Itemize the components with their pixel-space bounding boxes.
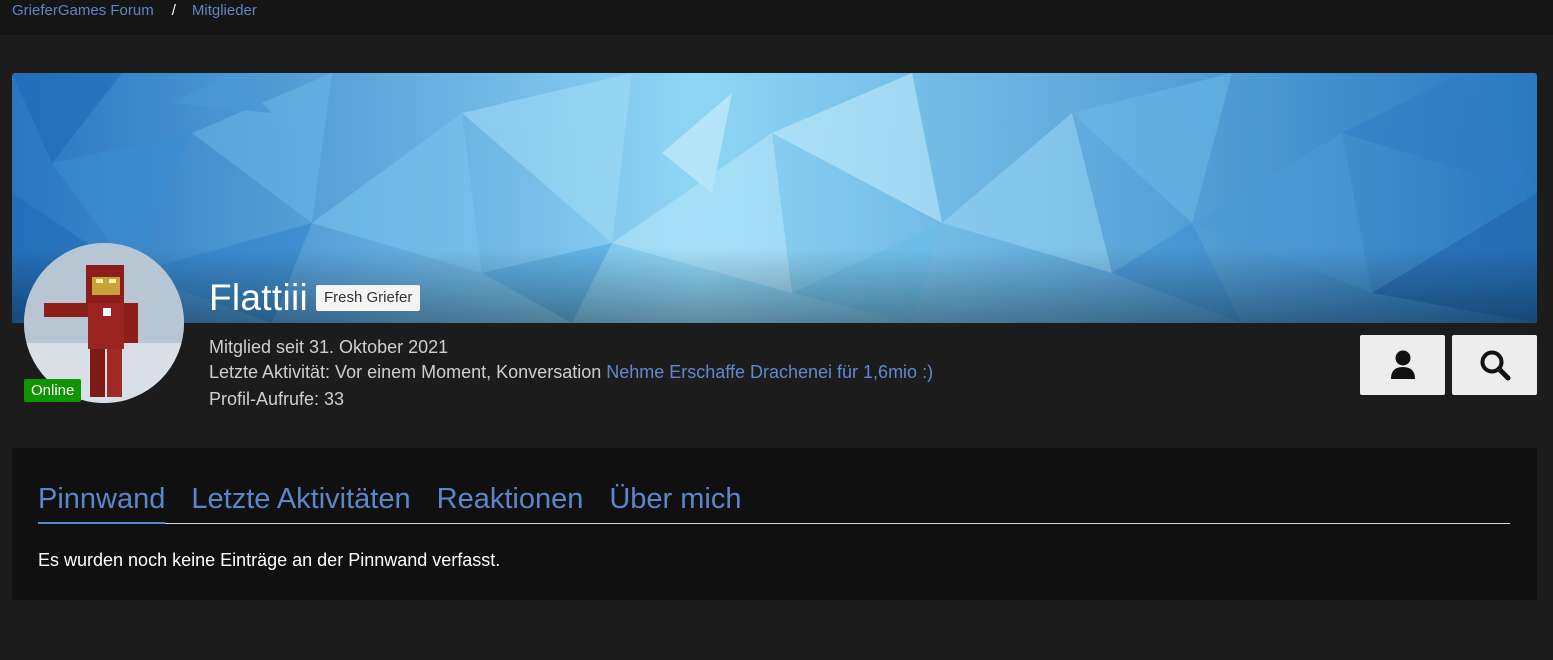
user-icon (1390, 350, 1415, 379)
profile-username: Flattiii (209, 277, 309, 318)
profile-views: Profil-Aufrufe: 33 (209, 389, 345, 409)
breadcrumb-separator: / (171, 2, 176, 19)
last-activity: Letzte Aktivität: Vor einem Moment, Konv… (209, 361, 933, 383)
search-icon (1480, 350, 1510, 381)
last-activity-prefix: Letzte Aktivität: Vor einem Moment, (209, 362, 492, 382)
profile-tabs: Pinnwand Letzte Aktivitäten Reaktionen Ü… (38, 481, 1510, 524)
profile-button[interactable] (1360, 335, 1445, 395)
tab-reaktionen[interactable]: Reaktionen (437, 481, 584, 523)
tab-pinnwand[interactable]: Pinnwand (38, 481, 166, 524)
last-activity-kind: Konversation (496, 362, 602, 382)
profile-content-panel: Pinnwand Letzte Aktivitäten Reaktionen Ü… (12, 448, 1537, 600)
breadcrumb: GrieferGames Forum / Mitglieder (12, 2, 257, 19)
last-activity-conversation-link[interactable]: Nehme Erschaffe Drachenei für 1,6mio :) (606, 362, 933, 382)
wall-empty-message: Es wurden noch keine Einträge an der Pin… (38, 550, 501, 570)
breadcrumb-bar: GrieferGames Forum / Mitglieder (0, 0, 1553, 35)
online-status-badge: Online (24, 379, 82, 402)
user-rank-badge: Fresh Griefer (316, 285, 421, 311)
member-since: Mitglied seit 31. Oktober 2021 (209, 337, 449, 357)
breadcrumb-members-link[interactable]: Mitglieder (192, 2, 257, 19)
tab-ueber-mich[interactable]: Über mich (609, 481, 741, 523)
tab-letzte-aktivitaeten[interactable]: Letzte Aktivitäten (191, 481, 410, 523)
search-button[interactable] (1452, 335, 1537, 395)
breadcrumb-home-link[interactable]: GrieferGames Forum (12, 2, 154, 19)
